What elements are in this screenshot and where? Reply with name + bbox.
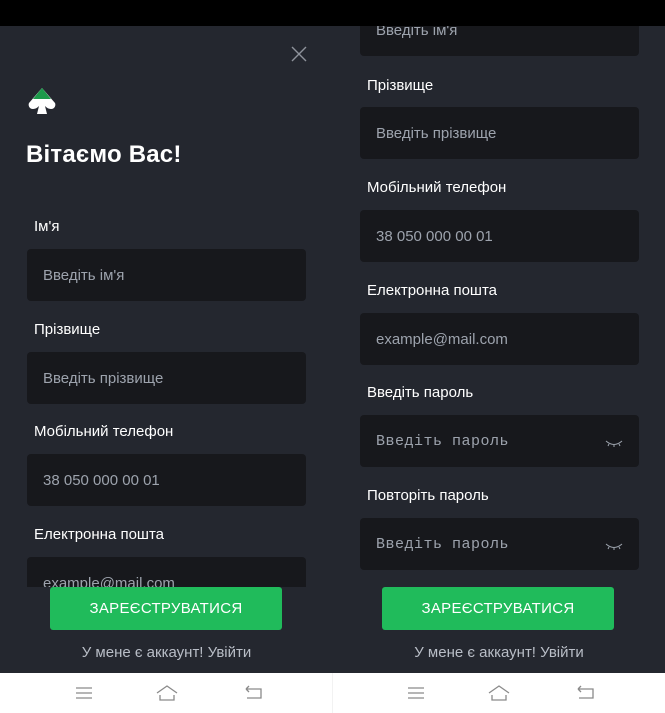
close-icon[interactable] bbox=[290, 45, 308, 63]
eye-closed-icon[interactable] bbox=[605, 436, 623, 447]
nav-divider bbox=[332, 673, 333, 713]
login-link[interactable]: У мене є аккаунт! Увійти bbox=[0, 644, 333, 661]
system-nav-bar bbox=[0, 673, 665, 713]
password-input[interactable] bbox=[360, 415, 639, 467]
repeat-password-input[interactable] bbox=[360, 518, 639, 570]
back-icon[interactable] bbox=[574, 683, 598, 703]
menu-icon[interactable] bbox=[404, 683, 428, 703]
home-icon[interactable] bbox=[487, 683, 511, 703]
last-name-label: Прізвище bbox=[34, 321, 101, 338]
page-title: Вітаємо Вас! bbox=[26, 141, 182, 168]
email-label: Електронна пошта bbox=[34, 526, 165, 543]
register-button[interactable]: ЗАРЕЄСТРУВАТИСЯ bbox=[50, 587, 282, 630]
last-name-input[interactable] bbox=[27, 352, 306, 404]
status-bar bbox=[0, 0, 665, 26]
login-link[interactable]: У мене є аккаунт! Увійти bbox=[333, 644, 665, 661]
last-name-label: Прізвище bbox=[367, 77, 434, 94]
password-label: Введіть пароль bbox=[367, 384, 474, 401]
phone-input[interactable] bbox=[360, 210, 639, 262]
phone-input[interactable] bbox=[27, 454, 306, 506]
first-name-label: Ім'я bbox=[34, 218, 60, 235]
home-icon[interactable] bbox=[155, 683, 179, 703]
email-label: Електронна пошта bbox=[367, 282, 498, 299]
back-icon[interactable] bbox=[242, 683, 266, 703]
registration-screen-right: Прізвище Мобільний телефон Електронна по… bbox=[333, 26, 665, 673]
phone-label: Мобільний телефон bbox=[34, 423, 174, 440]
phone-label: Мобільний телефон bbox=[367, 179, 507, 196]
repeat-password-label: Повторіть пароль bbox=[367, 487, 489, 504]
register-button[interactable]: ЗАРЕЄСТРУВАТИСЯ bbox=[382, 587, 614, 630]
last-name-input[interactable] bbox=[360, 107, 639, 159]
email-input[interactable] bbox=[360, 313, 639, 365]
eye-closed-icon[interactable] bbox=[605, 539, 623, 550]
first-name-input[interactable] bbox=[360, 26, 639, 56]
spade-logo-icon bbox=[26, 86, 58, 116]
first-name-input[interactable] bbox=[27, 249, 306, 301]
registration-screen-left: Вітаємо Вас! Ім'я Прізвище Мобільний тел… bbox=[0, 26, 333, 673]
menu-icon[interactable] bbox=[72, 683, 96, 703]
